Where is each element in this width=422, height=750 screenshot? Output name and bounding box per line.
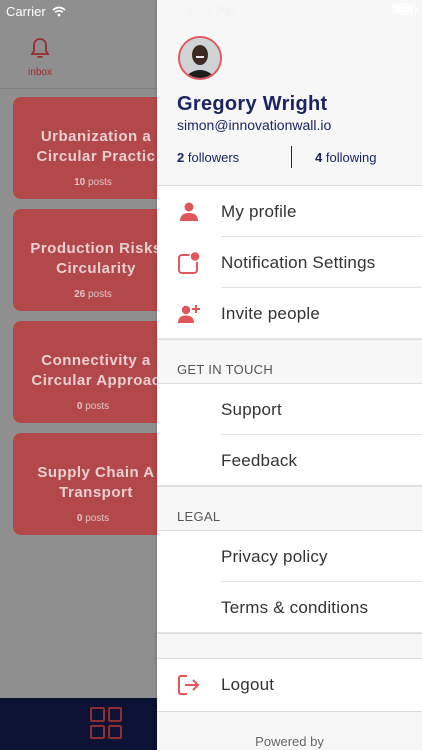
logout-button[interactable]: Logout (157, 659, 422, 710)
profile-name: Gregory Wright (177, 93, 328, 115)
person-icon (180, 202, 198, 221)
menu-item-support[interactable]: Support (157, 384, 422, 435)
menu-item-notification-settings[interactable]: Notification Settings (157, 237, 422, 288)
status-bar: 1:32 PM Carrier (0, 0, 422, 22)
legal-menu: Privacy policy Terms & conditions (157, 531, 422, 633)
menu-label: Support (221, 400, 282, 419)
topic-card-posts: 0 posts (76, 513, 110, 524)
topic-card-title: Supply Chain A Transport (37, 464, 155, 501)
profile-email: simon@innovationwall.io (177, 117, 332, 133)
add-person-icon (178, 305, 200, 323)
bottom-tab-bar (0, 698, 160, 750)
profile-header: Gregory Wright simon@innovationwall.io 2… (157, 0, 422, 186)
menu-item-invite-people[interactable]: Invite people (157, 288, 422, 339)
side-drawer: Gregory Wright simon@innovationwall.io 2… (157, 0, 422, 750)
menu-item-terms-conditions[interactable]: Terms & conditions (157, 582, 422, 633)
battery-icon (392, 4, 418, 15)
topic-card[interactable]: Supply Chain A Transport 0 posts (13, 433, 173, 535)
notification-badge-icon (178, 251, 201, 274)
section-spacer (157, 633, 422, 659)
menu-label: Notification Settings (221, 253, 376, 272)
menu-item-my-profile[interactable]: My profile (157, 186, 422, 237)
menu-label: Logout (221, 675, 275, 694)
get-in-touch-menu: Support Feedback (157, 384, 422, 486)
menu-label: My profile (221, 202, 297, 221)
logout-icon (178, 675, 200, 695)
grid-icon[interactable] (90, 707, 122, 739)
topic-card-title: Connectivity a Circular Approac (31, 352, 161, 389)
topic-card-list: Urbanization a Circular Practic 10 posts … (13, 97, 173, 545)
logout-menu: Logout (157, 659, 422, 710)
section-header-legal: LEGAL (157, 486, 422, 531)
topic-card[interactable]: Connectivity a Circular Approac 0 posts (13, 321, 173, 423)
bell-icon (30, 38, 50, 59)
avatar[interactable] (178, 36, 222, 80)
menu-label: Privacy policy (221, 547, 328, 566)
drawer-footer: Powered by (157, 711, 422, 750)
inbox-label: inbox (28, 67, 52, 78)
following-link[interactable]: 4 following (315, 150, 376, 165)
topic-card[interactable]: Urbanization a Circular Practic 10 posts (13, 97, 173, 199)
menu-label: Invite people (221, 304, 321, 323)
menu-item-feedback[interactable]: Feedback (157, 435, 422, 486)
follow-stats: 2 followers 4 following (177, 146, 407, 170)
stats-divider (291, 146, 292, 168)
topic-card-posts: 26 posts (74, 289, 112, 300)
powered-by-label: Powered by (255, 734, 324, 749)
topic-card-posts: 0 posts (76, 401, 110, 412)
primary-menu: My profile Notification Settings Invite … (157, 186, 422, 339)
topic-card-title: Urbanization a Circular Practic (36, 128, 156, 165)
menu-item-privacy-policy[interactable]: Privacy policy (157, 531, 422, 582)
menu-label: Terms & conditions (221, 598, 369, 617)
topic-card[interactable]: Production Risks Circularity 26 posts (13, 209, 173, 311)
section-header-get-in-touch: GET IN TOUCH (157, 339, 422, 384)
status-time: 1:32 PM (186, 3, 236, 19)
followers-link[interactable]: 2 followers (177, 150, 239, 165)
menu-label: Feedback (221, 451, 298, 470)
inbox-tab[interactable]: inbox (20, 36, 60, 78)
topic-card-posts: 10 posts (74, 177, 112, 188)
topic-card-title: Production Risks Circularity (30, 240, 162, 277)
header-divider (0, 88, 160, 89)
